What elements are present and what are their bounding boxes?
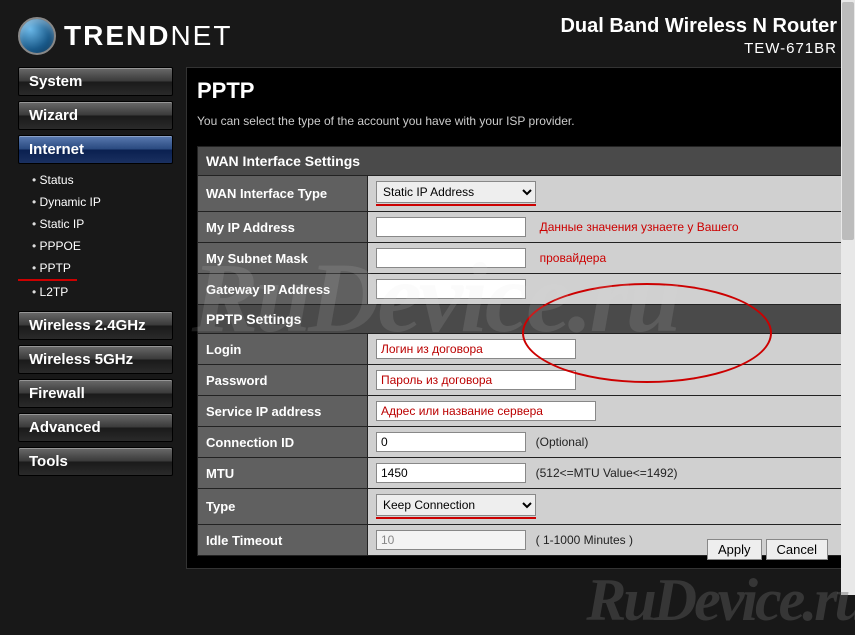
login-label: Login	[198, 334, 368, 365]
globe-icon	[18, 17, 56, 55]
idle-hint: ( 1-1000 Minutes )	[536, 533, 633, 547]
login-input[interactable]	[376, 339, 576, 359]
subnav-static-ip[interactable]: Static IP	[18, 213, 178, 235]
idle-input[interactable]	[376, 530, 526, 550]
mtu-label: MTU	[198, 458, 368, 489]
type-select[interactable]: Keep Connection	[376, 494, 536, 516]
nav-wireless-24[interactable]: Wireless 2.4GHz	[18, 311, 173, 340]
settings-table: WAN Interface Settings WAN Interface Typ…	[197, 146, 842, 556]
content-panel: PPTP You can select the type of the acco…	[186, 67, 853, 569]
gateway-input[interactable]	[376, 279, 526, 299]
service-ip-input[interactable]	[376, 401, 596, 421]
page-desc: You can select the type of the account y…	[197, 114, 842, 128]
annotation-2: провайдера	[540, 251, 607, 265]
nav-internet[interactable]: Internet	[18, 135, 173, 164]
cancel-button[interactable]: Cancel	[766, 539, 828, 560]
conn-id-hint: (Optional)	[536, 435, 589, 449]
type-label: Type	[198, 489, 368, 525]
subnav-pptp[interactable]: PPTP	[18, 257, 77, 281]
my-ip-input[interactable]	[376, 217, 526, 237]
subnav-status[interactable]: Status	[18, 169, 178, 191]
conn-id-input[interactable]	[376, 432, 526, 452]
password-input[interactable]	[376, 370, 576, 390]
gateway-label: Gateway IP Address	[198, 274, 368, 305]
apply-button[interactable]: Apply	[707, 539, 762, 560]
subnav-pppoe[interactable]: PPPOE	[18, 235, 178, 257]
brand-logo: TRENDNET	[18, 17, 232, 55]
internet-submenu: Status Dynamic IP Static IP PPPOE PPTP L…	[18, 169, 178, 311]
annotation-1: Данные значения узнаете у Вашего	[540, 220, 739, 234]
mtu-hint: (512<=MTU Value<=1492)	[536, 466, 678, 480]
nav-wireless-5[interactable]: Wireless 5GHz	[18, 345, 173, 374]
password-label: Password	[198, 365, 368, 396]
sidebar: System Wizard Internet Status Dynamic IP…	[18, 67, 178, 569]
my-mask-label: My Subnet Mask	[198, 243, 368, 274]
subnav-l2tp[interactable]: L2TP	[18, 281, 178, 303]
idle-label: Idle Timeout	[198, 525, 368, 556]
nav-firewall[interactable]: Firewall	[18, 379, 173, 408]
wan-section-header: WAN Interface Settings	[198, 147, 842, 176]
subnav-dynamic-ip[interactable]: Dynamic IP	[18, 191, 178, 213]
nav-system[interactable]: System	[18, 67, 173, 96]
page-title: PPTP	[197, 78, 842, 104]
nav-tools[interactable]: Tools	[18, 447, 173, 476]
scroll-thumb[interactable]	[842, 2, 854, 240]
conn-id-label: Connection ID	[198, 427, 368, 458]
wan-type-select[interactable]: Static IP Address	[376, 181, 536, 203]
pptp-section-header: PPTP Settings	[198, 305, 842, 334]
watermark-2: RuDevice.ru	[586, 566, 855, 635]
product-title: Dual Band Wireless N Router TEW-671BR	[560, 15, 837, 57]
service-ip-label: Service IP address	[198, 396, 368, 427]
wan-type-label: WAN Interface Type	[198, 176, 368, 212]
brand-name: TRENDNET	[64, 20, 232, 52]
mtu-input[interactable]	[376, 463, 526, 483]
my-mask-input[interactable]	[376, 248, 526, 268]
scrollbar[interactable]	[841, 0, 855, 595]
nav-advanced[interactable]: Advanced	[18, 413, 173, 442]
my-ip-label: My IP Address	[198, 212, 368, 243]
nav-wizard[interactable]: Wizard	[18, 101, 173, 130]
